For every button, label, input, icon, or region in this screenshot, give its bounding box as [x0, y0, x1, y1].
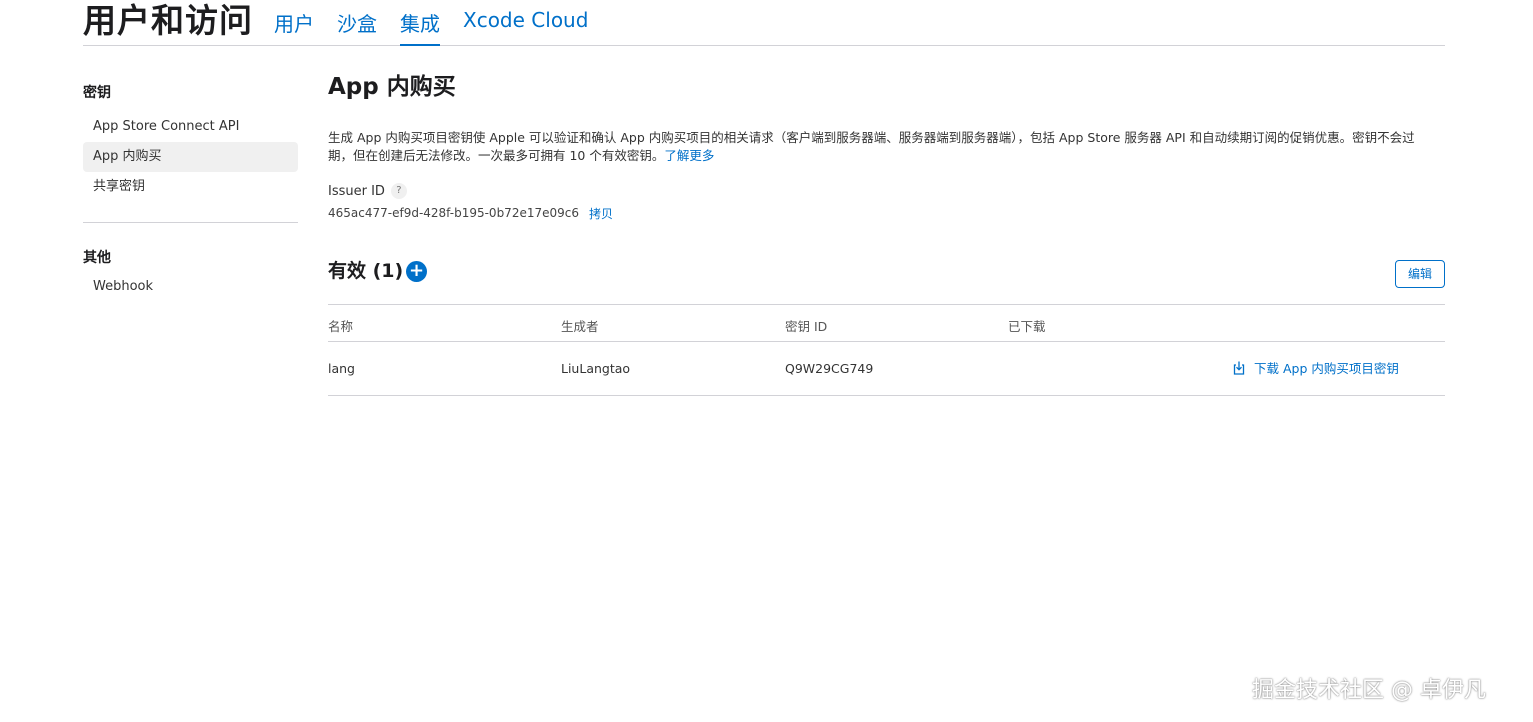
column-header-creator: 生成者	[561, 319, 599, 334]
issuer-id-value: 465ac477-ef9d-428f-b195-0b72e17e09c6	[328, 206, 579, 220]
issuer-id-row: 465ac477-ef9d-428f-b195-0b72e17e09c6 拷贝	[328, 204, 1445, 222]
sidebar-item-in-app-purchase[interactable]: App 内购买	[83, 142, 298, 172]
main-content: App 内购买 生成 App 内购买项目密钥使 Apple 可以验证和确认 Ap…	[328, 70, 1445, 396]
sidebar-section-other: 其他	[83, 250, 111, 266]
issuer-label-row: Issuer ID ?	[328, 181, 1445, 201]
keys-table: 名称 生成者 密钥 ID 已下载 lang LiuLangtao Q9W29CG…	[328, 304, 1445, 396]
section-title: App 内购买	[328, 74, 456, 100]
page-header: 用户和访问 用户 沙盒 集成 Xcode Cloud	[83, 0, 1445, 46]
active-keys-title: 有效 (1)	[328, 260, 404, 282]
sidebar-section-keys: 密钥	[83, 85, 111, 101]
description-text: 生成 App 内购买项目密钥使 Apple 可以验证和确认 App 内购买项目的…	[328, 130, 1415, 163]
column-header-downloaded: 已下载	[1008, 319, 1046, 334]
learn-more-link[interactable]: 了解更多	[664, 148, 714, 163]
sidebar-divider	[83, 222, 298, 223]
sidebar-item-app-store-connect-api[interactable]: App Store Connect API	[83, 112, 298, 142]
download-key-link[interactable]: 下载 App 内购买项目密钥	[1231, 358, 1399, 377]
table-header: 名称 生成者 密钥 ID 已下载	[328, 305, 1445, 342]
column-header-name: 名称	[328, 319, 354, 334]
download-icon	[1233, 361, 1245, 375]
description: 生成 App 内购买项目密钥使 Apple 可以验证和确认 App 内购买项目的…	[328, 129, 1438, 165]
column-header-key-id: 密钥 ID	[785, 319, 828, 334]
key-name: lang	[328, 361, 355, 376]
tab-integrations[interactable]: 集成	[400, 8, 440, 46]
sidebar: 密钥 App Store Connect API App 内购买 共享密钥 其他…	[83, 80, 298, 302]
tab-sandbox[interactable]: 沙盒	[337, 8, 377, 46]
copy-button[interactable]: 拷贝	[589, 205, 613, 222]
sidebar-item-shared-secret[interactable]: 共享密钥	[83, 172, 298, 202]
page-title: 用户和访问	[83, 1, 253, 40]
key-creator: LiuLangtao	[561, 361, 631, 376]
question-icon[interactable]: ?	[390, 183, 407, 199]
issuer-label: Issuer ID	[328, 183, 385, 199]
top-tabs: 用户 沙盒 集成 Xcode Cloud	[274, 8, 611, 46]
tab-xcode-cloud[interactable]: Xcode Cloud	[463, 8, 588, 46]
watermark: 掘金技术社区 @ 卓伊凡	[1252, 678, 1486, 703]
table-row: lang LiuLangtao Q9W29CG749 下载 App 内购买项目密…	[328, 342, 1445, 396]
tab-users[interactable]: 用户	[274, 8, 314, 46]
plus-circle-icon[interactable]: +	[406, 261, 427, 282]
key-id: Q9W29CG749	[785, 361, 874, 376]
sidebar-item-webhook[interactable]: Webhook	[83, 272, 298, 302]
edit-button[interactable]: 编辑	[1395, 260, 1445, 288]
download-key-label: 下载 App 内购买项目密钥	[1254, 361, 1399, 376]
active-keys-header: 有效 (1) + 编辑	[328, 258, 1445, 292]
